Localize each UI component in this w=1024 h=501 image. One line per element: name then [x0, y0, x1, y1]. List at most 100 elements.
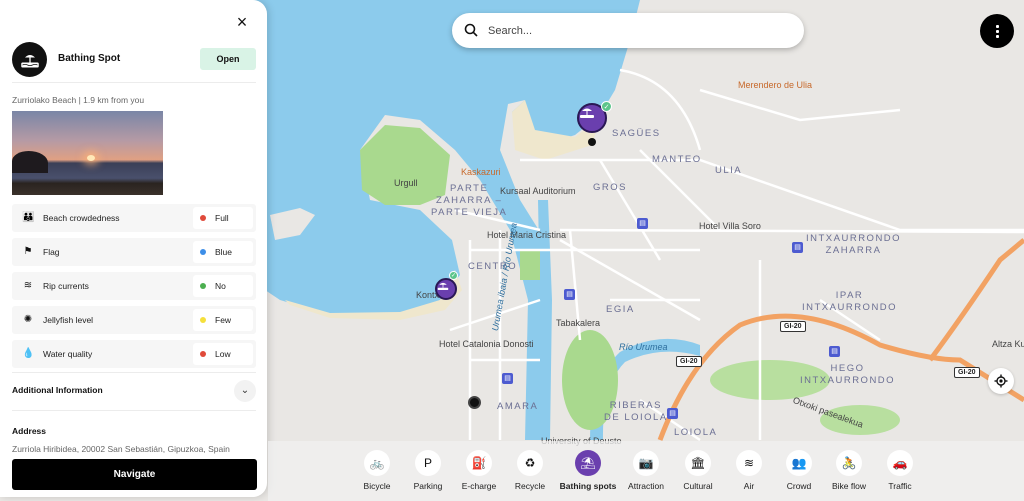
attribute-row: ⚑ Flag Blue [12, 238, 256, 266]
attribute-value: Blue [215, 247, 233, 257]
close-button[interactable]: × [232, 12, 252, 32]
map-label-loiola: LOIOLA [674, 427, 718, 438]
attribute-value: Few [215, 315, 232, 325]
camera-pin-icon: 📷 [633, 450, 659, 476]
spot-type-title: Bathing Spot [58, 53, 121, 64]
map-label-rio-urumea: Río Urumea [619, 342, 668, 352]
additional-info-title[interactable]: Additional Information [12, 385, 103, 395]
map-label-intxaurrondo-zaharra: INTXAURRONDO ZAHARRA [806, 233, 902, 256]
search-bar[interactable] [452, 13, 804, 48]
metro-station-icon[interactable]: ▤ [637, 218, 648, 229]
map-label-kaskazuri[interactable]: Kaskazuri [461, 167, 501, 177]
beach-icon [437, 282, 449, 290]
map-label-sagues: SAGÜES [612, 128, 661, 139]
details-panel: × Bathing Spot Open Zurriolako Beach | 1… [0, 0, 267, 497]
metro-station-icon[interactable]: ▤ [502, 373, 513, 384]
category-label: Traffic [888, 481, 912, 491]
ev-charger-icon: ⛽ [466, 450, 492, 476]
attribute-value-box: Blue [193, 241, 253, 263]
attribute-value: Low [215, 349, 231, 359]
attribute-row: ✺ Jellyfish level Few [12, 306, 256, 334]
attribute-label: Water quality [43, 349, 93, 359]
attribute-label: Jellyfish level [43, 315, 94, 325]
search-input[interactable] [488, 21, 788, 41]
category-bar: 🚲 Bicycle P Parking ⛽ E-charge ♻ Recycle ⛱ Bathin… [268, 441, 1024, 501]
beach-icon: ⛱ [575, 450, 601, 476]
metro-station-icon[interactable]: ▤ [792, 242, 803, 253]
status-badge: Open [200, 48, 256, 70]
navigate-button[interactable]: Navigate [12, 459, 257, 490]
map-label-ipar-intxaurrondo: IPAR INTXAURRONDO [802, 290, 898, 313]
beach-icon [580, 108, 594, 118]
map-label-egia: EGIA [606, 304, 635, 315]
metro-station-icon[interactable]: ▤ [829, 346, 840, 357]
parking-icon: P [415, 450, 441, 476]
jellyfish-icon: ✺ [23, 314, 33, 325]
attribute-label: Rip currents [43, 281, 89, 291]
map-label-gros: GROS [593, 182, 627, 193]
crowd-icon: 👥 [786, 450, 812, 476]
cyclist-icon: 🚴 [836, 450, 862, 476]
map-label-merendero[interactable]: Merendero de Ulia [738, 80, 812, 90]
map-label-tabakalera[interactable]: Tabakalera [556, 318, 600, 328]
map-label-hotel-maria-cristina[interactable]: Hotel Maria Cristina [487, 230, 566, 240]
map-label-manteo: MANTEO [652, 154, 702, 165]
map-label-kursaal[interactable]: Kursaal Auditorium [500, 186, 576, 196]
category-traffic[interactable]: 🚗 Traffic [865, 450, 935, 491]
attribute-value-box: Low [193, 343, 253, 365]
attribute-label: Flag [43, 247, 60, 257]
crosshair-icon [994, 374, 1008, 388]
bathing-spot-avatar [12, 42, 47, 77]
photo-hill [12, 151, 48, 173]
pin-anchor-dot [588, 138, 596, 146]
attribute-row: ≋ Rip currents No [12, 272, 256, 300]
map-label-hotel-villa-soro[interactable]: Hotel Villa Soro [699, 221, 761, 231]
bathing-spot-pin-kontxa[interactable] [435, 278, 457, 300]
water-drop-icon: 💧 [22, 348, 35, 359]
map-label-parte-vieja: PARTE ZAHARRA – PARTE VIEJA [431, 183, 508, 218]
attribute-value: Full [215, 213, 229, 223]
user-location-icon [468, 396, 481, 409]
map-label-riberas-de-loiola: RIBERAS DE LOIOLA [604, 400, 668, 423]
recycle-icon: ♻ [517, 450, 543, 476]
dot [995, 24, 999, 28]
car-icon: 🚗 [887, 450, 913, 476]
status-dot [200, 351, 206, 357]
status-dot [200, 249, 206, 255]
address-text: Zurriola Hiribidea, 20002 San Sebastián,… [12, 444, 230, 454]
bicycle-icon: 🚲 [364, 450, 390, 476]
status-dot [200, 215, 206, 221]
road-badge-gi20: GI-20 [954, 367, 980, 378]
map-label-hego-intxaurrondo: HEGO INTXAURRONDO [800, 363, 896, 386]
more-options-button[interactable] [980, 14, 1014, 48]
status-dot [200, 317, 206, 323]
map-label-urgull[interactable]: Urgull [394, 178, 418, 188]
address-title: Address [12, 426, 47, 436]
attribute-value-box: Full [193, 207, 253, 229]
divider [12, 372, 256, 373]
app-root: Merendero de Ulia SAGÜES MANTEO ULIA Kas… [0, 0, 1024, 501]
check-icon: ✓ [449, 271, 458, 280]
map-label-ulia: ULIA [715, 165, 743, 176]
map-label-altza: Altza Ku [992, 339, 1024, 349]
dot [995, 34, 999, 38]
beach-icon [20, 54, 39, 67]
status-dot [200, 283, 206, 289]
dot [995, 29, 999, 33]
attribute-label: Beach crowdedness [43, 213, 120, 223]
attribute-value: No [215, 281, 226, 291]
map-label-hotel-catalonia[interactable]: Hotel Catalonia Donosti [439, 339, 534, 349]
map-label-amara: AMARA [497, 401, 539, 412]
spot-photo[interactable] [12, 111, 163, 195]
metro-station-icon[interactable]: ▤ [667, 408, 678, 419]
metro-station-icon[interactable]: ▤ [564, 289, 575, 300]
park [520, 250, 540, 280]
flag-icon: ⚑ [23, 246, 33, 257]
attribute-value-box: Few [193, 309, 253, 331]
chevron-down-icon[interactable]: ⌄ [234, 380, 256, 402]
check-icon: ✓ [601, 101, 612, 112]
spot-subtitle: Zurriolako Beach | 1.9 km from you [12, 95, 145, 105]
museum-icon: 🏛 [685, 450, 711, 476]
waves-icon: ≋ [23, 280, 33, 291]
locate-me-button[interactable] [988, 368, 1014, 394]
